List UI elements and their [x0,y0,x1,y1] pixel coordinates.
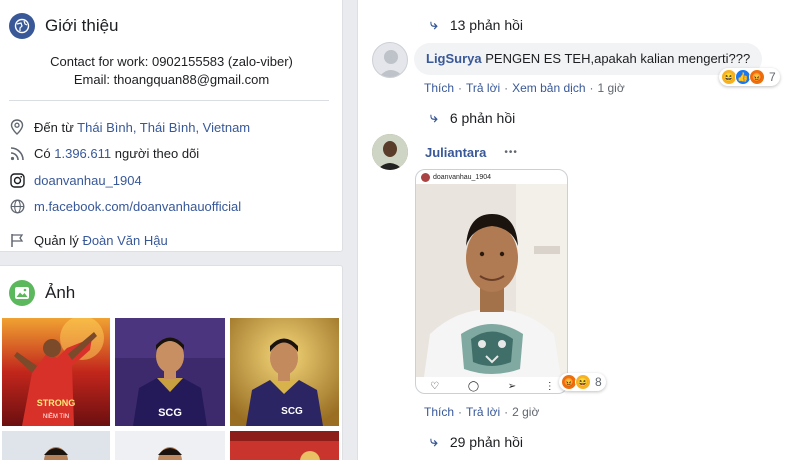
comment-time-2[interactable]: 2 giờ [512,405,539,419]
intro-divider [9,100,329,101]
web-globe-icon [9,198,25,214]
svg-text:SCG: SCG [281,406,303,417]
hometown-prefix: Đến từ [34,119,74,135]
info-followers: Có 1.396.611 người theo dõi [9,145,199,161]
ig-avatar [421,172,430,182]
comment-author-1[interactable]: LigSurya [426,51,482,66]
comment-author-2[interactable]: Juliantara [425,145,486,160]
info-hometown: Đến từ Thái Bình, Thái Bình, Vietnam [9,119,250,135]
comment-actions-1: Thích · Trả lời · Xem bản dịch · 1 giờ [424,81,625,95]
comments-panel: ⤷ 13 phản hồi LigSurya PENGEN ES TEH,apa… [357,0,810,460]
photo-thumbnail-4[interactable] [2,431,110,460]
view-replies-top[interactable]: ⤷ 13 phản hồi [430,16,523,33]
bio-email: Email: thoangquan88@gmail.com [73,72,270,87]
reply-arrow-icon: ⤷ [430,16,438,32]
globe-icon [9,13,35,39]
comment-time-1[interactable]: 1 giờ [598,81,625,95]
photo-thumbnail-1[interactable]: STRONG NIỀM TIN [2,318,110,426]
website-link[interactable]: m.facebook.com/doanvanhauofficial [34,199,241,214]
manager-prefix: Quản lý [34,232,79,248]
intro-header: Giới thiệu [9,13,119,39]
heart-icon[interactable]: ♡ [430,381,439,392]
photo-caption-strong: STRONG [37,398,76,408]
replies-1-label: 6 phản hồi [449,109,516,126]
followers-suffix: người theo dõi [114,145,200,161]
kebab-menu-icon[interactable]: ⋮ [545,381,555,392]
replies-top-label: 13 phản hồi [449,16,524,33]
angry-icon: 😡 [749,69,765,85]
reaction-count-2: 8 [595,375,602,389]
photo-album-icon [9,280,35,306]
photos-header: Ảnh [9,280,75,306]
more-options-icon[interactable]: ••• [504,147,518,158]
photos-title: Ảnh [45,283,76,302]
comment-actions-2: Thích · Trả lời · 2 giờ [424,405,540,419]
send-icon[interactable]: ➢ [508,381,516,392]
comment-bubble-icon[interactable]: ◯ [468,381,479,392]
reaction-summary-2[interactable]: 😡 😆 8 [559,373,606,391]
photo-thumbnail-6[interactable] [230,431,339,460]
info-website: m.facebook.com/doanvanhauofficial [9,198,241,214]
info-instagram: doanvanhau_1904 [9,172,142,188]
comment-bubble-1: LigSurya PENGEN ES TEH,apakah kalian men… [414,43,763,75]
photos-card: Ảnh STRONG NIỀM TIN SCG SCG [0,265,343,460]
avatar-default[interactable] [372,42,408,78]
flag-icon [9,232,25,248]
reaction-count-1: 7 [769,70,776,84]
view-replies-2[interactable]: ⤷ 29 phản hồi [430,433,523,450]
photo-thumbnail-2[interactable]: SCG [115,318,225,426]
manager-link[interactable]: Đoàn Văn Hậu [82,233,167,248]
replies-2-label: 29 phản hồi [449,433,524,450]
reply-link-2[interactable]: Trả lời [466,405,500,419]
comment-text-1: PENGEN ES TEH,apakah kalian mengerti??? [485,51,751,66]
instagram-link[interactable]: doanvanhau_1904 [34,173,142,188]
default-avatar-icon [378,50,404,77]
ig-header: doanvanhau_1904 [416,170,567,184]
view-replies-1[interactable]: ⤷ 6 phản hồi [430,109,515,126]
bio-contact: Contact for work: 0902155583 (zalo-viber… [50,54,293,69]
ig-username: doanvanhau_1904 [433,173,492,181]
photo-thumbnail-5[interactable] [115,431,225,460]
instagram-icon [9,172,25,188]
photo-caption-sub: NIỀM TIN [43,413,69,420]
reply-arrow-icon: ⤷ [430,433,438,449]
translate-link-1[interactable]: Xem bản dịch [512,81,585,95]
location-pin-icon [9,119,25,135]
followers-count[interactable]: 1.396.611 [54,146,111,161]
like-link-1[interactable]: Thích [424,81,454,95]
reply-link-1[interactable]: Trả lời [466,81,500,95]
instagram-embed[interactable]: doanvanhau_1904 ♡ ◯ ➢ ⋮ [415,169,568,394]
avatar-juliantara[interactable] [372,134,408,170]
haha-icon: 😆 [575,374,591,390]
reaction-summary-1[interactable]: 😆 👍 😡 7 [719,68,780,86]
photo-thumbnail-3[interactable]: SCG [230,318,339,426]
intro-title: Giới thiệu [45,16,119,35]
reply-arrow-icon: ⤷ [430,109,438,125]
followers-prefix: Có [34,145,51,161]
comment-header-2: Juliantara ••• [425,145,518,160]
rss-icon [9,145,25,161]
ig-action-bar: ♡ ◯ ➢ ⋮ [416,377,567,393]
intro-card: Giới thiệu Contact for work: 0902155583 … [0,0,343,252]
like-link-2[interactable]: Thích [424,405,454,419]
ig-photo [416,184,567,377]
info-manager: Quản lý Đoàn Văn Hậu [9,232,168,248]
hometown-link[interactable]: Thái Bình, Thái Bình, Vietnam [77,120,250,135]
svg-text:SCG: SCG [158,407,182,419]
